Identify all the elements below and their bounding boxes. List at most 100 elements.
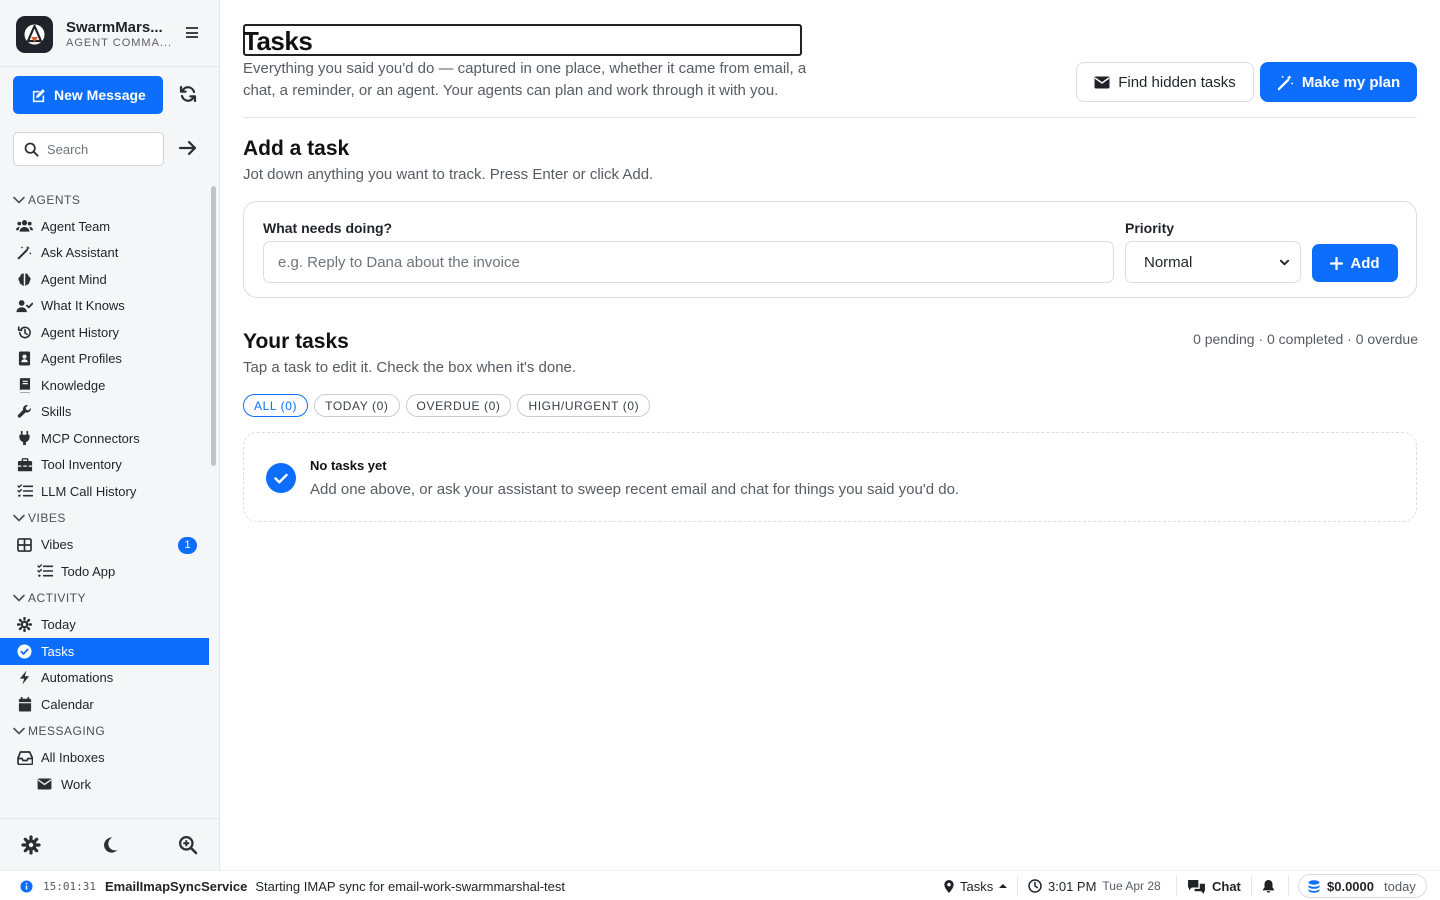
brand-header: SwarmMars... AGENT COMMA... bbox=[0, 0, 219, 67]
menu-toggle-icon[interactable] bbox=[186, 27, 199, 38]
status-separator bbox=[1288, 876, 1289, 896]
sidebar-item-tool-inventory[interactable]: Tool Inventory bbox=[0, 452, 209, 479]
page-subtitle: Everything you said you'd do — captured … bbox=[243, 60, 807, 99]
empty-state-title: No tasks yet bbox=[310, 458, 387, 473]
sidebar-item-today[interactable]: Today bbox=[0, 612, 209, 639]
user-check-icon bbox=[16, 297, 33, 314]
sidebar-item-label: Tool Inventory bbox=[41, 457, 122, 473]
sidebar-item-llm-call-history[interactable]: LLM Call History bbox=[0, 478, 209, 505]
cost-value: $0.0000 bbox=[1327, 878, 1374, 894]
add-task-label: Add bbox=[1350, 254, 1380, 272]
chevron-down-icon bbox=[1279, 259, 1290, 266]
filter-tab-high-urgent[interactable]: HIGH/URGENT (0) bbox=[517, 394, 651, 417]
sidebar-item-todo-app[interactable]: Todo App bbox=[0, 558, 209, 585]
section-header-agents[interactable]: AGENTS bbox=[0, 186, 209, 213]
map-pin-icon bbox=[944, 879, 954, 893]
make-my-plan-label: Make my plan bbox=[1301, 73, 1401, 91]
section-header-messaging[interactable]: MESSAGING bbox=[0, 718, 209, 745]
settings-gear-icon[interactable] bbox=[21, 835, 41, 855]
sidebar-footer bbox=[0, 818, 219, 870]
priority-label: Priority bbox=[1125, 220, 1175, 236]
sidebar-item-label: Today bbox=[41, 617, 76, 633]
sidebar-item-label: Agent Mind bbox=[41, 271, 107, 287]
chevron-down-icon bbox=[13, 196, 25, 203]
status-separator bbox=[1017, 876, 1018, 896]
envelope-icon bbox=[1094, 76, 1110, 88]
sidebar-item-label: Todo App bbox=[61, 563, 116, 579]
section-header-vibes[interactable]: VIBES bbox=[0, 505, 209, 532]
chat-button[interactable]: Chat bbox=[1187, 871, 1241, 900]
sidebar-item-calendar[interactable]: Calendar bbox=[0, 691, 209, 718]
add-task-heading: Add a task bbox=[243, 137, 350, 160]
section-title: AGENTS bbox=[28, 192, 81, 207]
sidebar: SwarmMars... AGENT COMMA... New Message … bbox=[0, 0, 220, 870]
priority-value: Normal bbox=[1144, 253, 1193, 271]
clock-date: Tue Apr 28 bbox=[1102, 879, 1161, 893]
app-name: SwarmMars... bbox=[66, 19, 163, 36]
search-icon bbox=[24, 142, 39, 157]
sidebar-item-agent-mind[interactable]: Agent Mind bbox=[0, 266, 209, 293]
history-icon bbox=[16, 324, 33, 341]
arrow-right-icon[interactable] bbox=[178, 139, 198, 157]
location-indicator[interactable]: Tasks bbox=[944, 871, 1008, 900]
sidebar-item-label: LLM Call History bbox=[41, 483, 137, 499]
sidebar-item-skills[interactable]: Skills bbox=[0, 399, 209, 426]
filter-tab-all[interactable]: ALL (0) bbox=[243, 394, 309, 417]
status-log[interactable]: 15:01:31 EmailImapSyncService Starting I… bbox=[20, 871, 565, 900]
sidebar-nav: AGENTS Agent Team Ask Assistant Agent Mind W… bbox=[0, 186, 209, 798]
search-input[interactable]: Search bbox=[13, 132, 164, 166]
sidebar-item-agent-history[interactable]: Agent History bbox=[0, 319, 209, 346]
sidebar-item-knowledge[interactable]: Knowledge bbox=[0, 372, 209, 399]
magic-wand-icon bbox=[16, 244, 33, 261]
refresh-icon[interactable] bbox=[178, 84, 198, 104]
sidebar-item-label: Agent Team bbox=[41, 218, 111, 234]
sidebar-item-work[interactable]: Work bbox=[0, 771, 209, 798]
check-circle-icon bbox=[266, 463, 296, 493]
calendar-icon bbox=[16, 696, 33, 713]
check-circle-icon bbox=[16, 643, 33, 660]
filter-tab-today[interactable]: TODAY (0) bbox=[314, 394, 400, 417]
clock-time: 3:01 PM bbox=[1048, 878, 1097, 894]
empty-state-card: No tasks yet Add one above, or ask your … bbox=[243, 432, 1417, 522]
section-title: MESSAGING bbox=[28, 724, 106, 738]
page-title-focus-outline bbox=[243, 24, 802, 56]
sun-icon bbox=[16, 616, 33, 633]
notifications-button[interactable] bbox=[1262, 871, 1275, 900]
sidebar-item-what-it-knows[interactable]: What It Knows bbox=[0, 293, 209, 320]
add-task-button[interactable]: Add bbox=[1312, 244, 1398, 282]
sidebar-item-agent-team[interactable]: Agent Team bbox=[0, 213, 209, 240]
inbox-icon bbox=[16, 749, 33, 766]
sidebar-item-automations[interactable]: Automations bbox=[0, 665, 209, 692]
search-placeholder: Search bbox=[47, 141, 89, 157]
sidebar-item-tasks[interactable]: Tasks bbox=[0, 638, 209, 665]
app-logo-icon[interactable] bbox=[16, 16, 53, 53]
section-title: ACTIVITY bbox=[28, 591, 87, 605]
grid-icon bbox=[16, 536, 33, 553]
priority-select[interactable]: Normal bbox=[1125, 241, 1301, 283]
sidebar-item-label: Automations bbox=[41, 670, 114, 686]
sidebar-item-ask-assistant[interactable]: Ask Assistant bbox=[0, 240, 209, 267]
sidebar-item-agent-profiles[interactable]: Agent Profiles bbox=[0, 346, 209, 373]
section-header-activity[interactable]: ACTIVITY bbox=[0, 585, 209, 612]
sidebar-item-vibes[interactable]: Vibes 1 bbox=[0, 532, 209, 559]
sidebar-item-label: What It Knows bbox=[41, 298, 125, 314]
add-task-description: Jot down anything you want to track. Pre… bbox=[243, 166, 654, 183]
task-input[interactable]: e.g. Reply to Dana about the invoice bbox=[263, 241, 1114, 283]
find-hidden-tasks-button[interactable]: Find hidden tasks bbox=[1076, 62, 1254, 102]
sidebar-item-mcp-connectors[interactable]: MCP Connectors bbox=[0, 425, 209, 452]
zoom-in-icon[interactable] bbox=[178, 835, 198, 855]
filter-tab-overdue[interactable]: OVERDUE (0) bbox=[405, 394, 512, 417]
chat-label: Chat bbox=[1212, 878, 1241, 894]
bolt-icon bbox=[16, 669, 33, 686]
make-my-plan-button[interactable]: Make my plan bbox=[1260, 62, 1417, 102]
sidebar-scrollbar[interactable] bbox=[210, 176, 218, 818]
sidebar-scrollbar-thumb[interactable] bbox=[211, 186, 216, 466]
moon-icon[interactable] bbox=[100, 835, 120, 855]
sidebar-item-all-inboxes[interactable]: All Inboxes bbox=[0, 745, 209, 772]
sidebar-item-label: Agent Profiles bbox=[41, 351, 122, 367]
sidebar-item-label: MCP Connectors bbox=[41, 430, 140, 446]
new-message-button[interactable]: New Message bbox=[13, 76, 163, 114]
status-bar: 15:01:31 EmailImapSyncService Starting I… bbox=[0, 870, 1440, 900]
cost-indicator[interactable]: $0.0000 today bbox=[1298, 874, 1427, 898]
section-title: VIBES bbox=[28, 511, 66, 525]
